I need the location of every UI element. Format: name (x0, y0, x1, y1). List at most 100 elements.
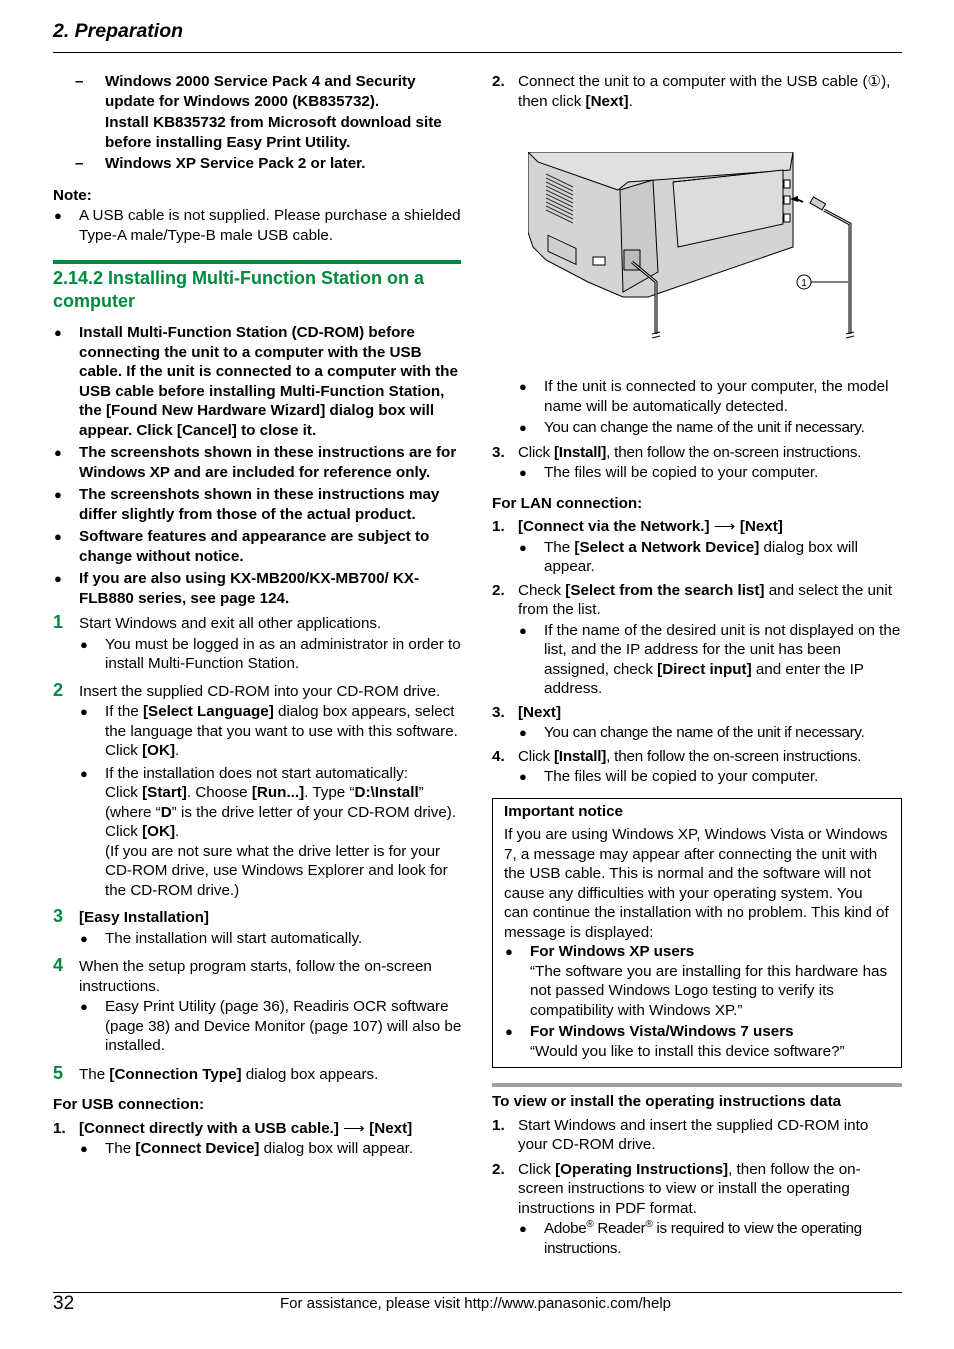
step-number: 5 (53, 1062, 64, 1083)
bullet-icon: ● (519, 622, 527, 638)
bullet-text: The installation will start automaticall… (105, 929, 363, 947)
bullet-text: Click [Start]. Choose [Run...]. Type “D:… (105, 784, 457, 840)
step-bullet: ● The installation will start automatical… (79, 929, 463, 949)
bullet-text: You can change the name of the unit if n… (544, 419, 865, 436)
caution-text: If you are also using KX-MB200/KX-MB700/… (79, 570, 420, 607)
bullet-icon: ● (80, 1141, 88, 1156)
step-bullet: ● If the name of the desired unit is not… (518, 621, 902, 699)
step-number: 2. (492, 581, 505, 599)
bullet-text: (If you are not sure what the drive lett… (105, 842, 448, 899)
step-bullet: ● The files will be copied to your comput… (518, 463, 902, 483)
notice-item: ● For Windows Vista/Windows 7 users “Wou… (504, 1022, 891, 1061)
step-5: 5 The [Connection Type] dialog box appea… (53, 1062, 463, 1085)
bullet-text: Easy Print Utility (page 36), Readiris O… (105, 998, 462, 1054)
step-number: 1 (53, 612, 64, 632)
arrow-right-icon: ⟶ (713, 518, 736, 535)
requirement-subtext: Install KB835732 from Microsoft download… (105, 114, 442, 151)
usb-port (783, 195, 791, 205)
bullet-text: If the name of the desired unit is not d… (544, 621, 901, 698)
usb-step-1: 1. [Connect directly with a USB cable.] … (53, 1119, 463, 1159)
bullet-text: If the [Select Language] dialog box appe… (105, 703, 458, 759)
requirement-item: – Windows 2000 Service Pack 4 and Securi… (53, 72, 463, 152)
caution-item: ● Install Multi-Function Station (CD-ROM)… (53, 323, 463, 440)
caution-text: The screenshots shown in these instructi… (79, 486, 440, 523)
caution-item: ● The screenshots shown in these instruct… (53, 443, 463, 482)
step-text: Start Windows and exit all other applica… (79, 615, 382, 632)
bullet-icon: ● (519, 420, 527, 435)
oi-step-1: 1. Start Windows and insert the supplied… (492, 1116, 902, 1155)
bullet-icon: ● (80, 704, 88, 719)
step-bullet: ● If the installation does not start aut… (79, 764, 463, 901)
registered-mark: ® (645, 1218, 653, 1230)
section-rule-grey (492, 1083, 902, 1087)
step-bullet: ● Easy Print Utility (page 36), Readiris … (79, 997, 463, 1056)
caution-item: ● Software features and appearance are su… (53, 527, 463, 566)
step-number: 2. (492, 73, 505, 90)
step-number: 4 (53, 955, 64, 975)
bullet-icon: ● (54, 208, 62, 223)
step-text: Click [Install], then follow the on-scre… (518, 747, 862, 765)
step-number: 1. (492, 1116, 505, 1134)
note-text: A USB cable is not supplied. Please purc… (79, 207, 461, 244)
usb-plug (809, 196, 827, 211)
page-header-title: 2. Preparation (53, 20, 184, 42)
usb-step-3: 3. Click [Install], then follow the on-s… (492, 443, 902, 483)
step-1: 1 Start Windows and exit all other appli… (53, 612, 463, 674)
bullet-icon: ● (54, 325, 62, 340)
bullet-icon: ● (80, 636, 88, 652)
notice-item: ● For Windows XP users “The software you… (504, 942, 891, 1020)
requirement-text: Windows 2000 Service Pack 4 and Security… (105, 73, 416, 110)
bullet-icon: ● (54, 487, 62, 502)
step-text: Check [Select from the search list] and … (518, 581, 892, 619)
step-bullet: ● The [Select a Network Device] dialog b… (518, 538, 902, 577)
bullet-icon: ● (519, 379, 527, 394)
bullet-text: The [Select a Network Device] dialog box… (544, 538, 859, 576)
bullet-text: The [Connect Device] dialog box will app… (105, 1140, 414, 1157)
notice-item-label: For Windows XP users (530, 943, 695, 960)
step-text: Insert the supplied CD-ROM into your CD-… (79, 682, 441, 700)
bullet-icon: ● (54, 571, 62, 586)
bullet-text: If the unit is connected to your compute… (544, 378, 889, 415)
caution-text: Install Multi-Function Station (CD-ROM) … (79, 324, 458, 439)
caution-item: ● The screenshots shown in these instruct… (53, 485, 463, 524)
step-bullet: ● You can change the name of the unit if … (492, 418, 902, 438)
bullet-text: The files will be copied to your compute… (544, 464, 819, 481)
bullet-icon: ● (505, 944, 513, 959)
bullet-icon: ● (519, 769, 527, 784)
note-label: Note: (53, 186, 92, 204)
notice-body: If you are using Windows XP, Windows Vis… (504, 826, 889, 941)
caution-text: Software features and appearance are sub… (79, 528, 430, 565)
bullet-icon: ● (80, 930, 88, 946)
bullet-icon: ● (80, 999, 88, 1014)
step-number: 3. (492, 703, 505, 721)
step-number: 2 (53, 679, 64, 700)
bullet-icon: ● (80, 765, 88, 781)
bullet-text: The files will be copied to your compute… (544, 768, 819, 785)
lan-step-4: 4. Click [Install], then follow the on-s… (492, 747, 902, 787)
important-notice-box: Important notice If you are using Window… (492, 797, 902, 1068)
caution-item: ● If you are also using KX-MB200/KX-MB700… (53, 569, 463, 608)
bullet-icon: ● (54, 529, 62, 544)
callout-label: 1 (801, 278, 807, 289)
step-bullet: ● You must be logged in as an administrat… (79, 635, 463, 674)
bullet-icon: ● (519, 539, 527, 555)
lan-connection-label: For LAN connection: (492, 494, 643, 512)
operating-instructions-title: To view or install the operating instruc… (492, 1093, 842, 1110)
section-rule (53, 260, 461, 264)
bullet-icon: ● (519, 1221, 527, 1236)
right-column: 2. Connect the unit to a computer with t… (492, 72, 902, 111)
oi-step-2: 2. Click [Operating Instructions], then … (492, 1160, 902, 1259)
usb-cable (823, 208, 852, 334)
bullet-icon: ● (54, 445, 62, 460)
bullet-text: You must be logged in as an administrato… (105, 635, 461, 673)
step-number: 1. (492, 518, 505, 535)
usb-connection-label: For USB connection: (53, 1096, 205, 1113)
section-title: 2.14.2 Installing Multi-Function Station… (53, 268, 425, 311)
step-text: The [Connection Type] dialog box appears… (79, 1065, 379, 1083)
lan-step-3: 3. [Next] ● You can change the name of th… (492, 703, 902, 743)
right-column-lower: ● If the unit is connected to your comput… (492, 377, 902, 1258)
step-number: 2. (492, 1160, 505, 1178)
callout-1-icon: ① (867, 73, 882, 90)
step-bullet: ● If the [Select Language] dialog box ap… (79, 702, 463, 761)
step-text: Connect the unit to a computer with the … (518, 73, 891, 110)
